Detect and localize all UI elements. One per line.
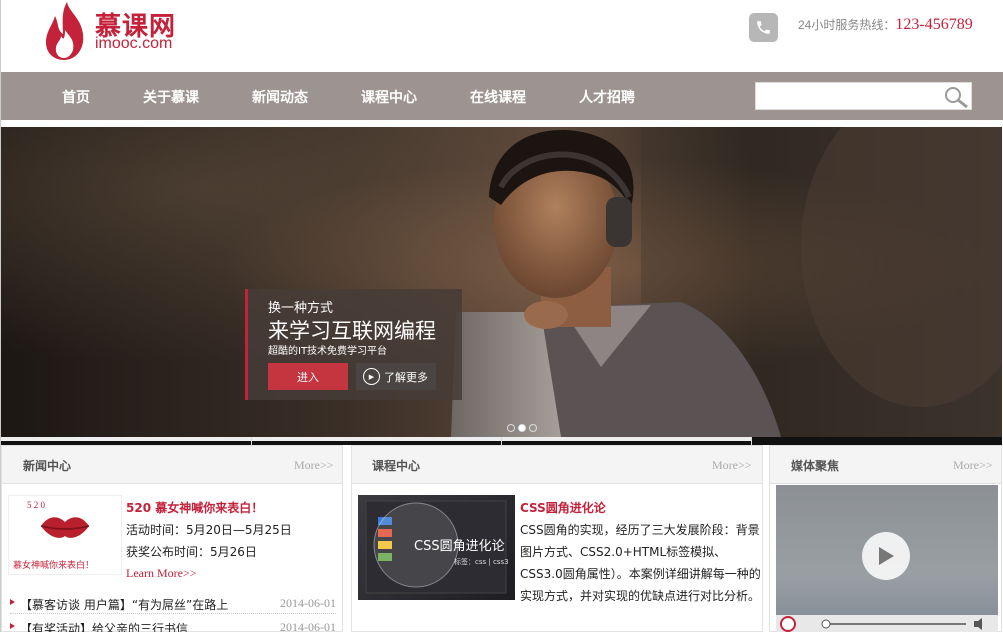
course-featured-image[interactable]: CSS圆角进化论 标签：css | css3 [358,495,515,600]
news-featured-image[interactable]: 5 2 0 慕女神喊你来表白！ [8,495,122,575]
courses-panel-title: 课程中心 [372,459,421,473]
slide-progress-bar [1,437,1002,445]
banner-subline: 超酷的IT技术免费学习平台 [268,346,388,357]
nav-item-online[interactable]: 在线课程 [470,87,526,107]
bullet-icon [10,623,15,629]
banner-line1: 换一种方式 [268,301,334,316]
learn-more-button[interactable]: ▶ 了解更多 [356,363,436,390]
banner-photo [451,127,1002,437]
banner-headline: 来学习互联网编程 [268,319,436,343]
play-icon[interactable] [862,532,910,580]
hotline-label: 24小时服务热线： [798,18,896,32]
page: 慕课网 imooc.com 24小时服务热线：123-456789 首页 关于慕… [0,0,1003,632]
main-nav: 首页 关于慕课 新闻动态 课程中心 在线课程 人才招聘 [1,72,1003,120]
nav-item-home[interactable]: 首页 [62,87,90,107]
media-more-link[interactable]: More>> [953,458,993,473]
course-image-tags: 标签：css | css3 [454,558,509,566]
slide-dot-active[interactable] [518,424,526,432]
slide-dot[interactable] [529,424,537,432]
slide-progress-fill [1,437,751,441]
news-featured-title[interactable]: 520 慕女神喊你来表白！ [126,499,263,516]
news-item-date: 2014-06-01 [280,596,336,610]
progress-tick [751,437,752,445]
news-panel-header: 新闻中心 More>> [2,446,342,484]
news-item-text: 【慕客访谈 用户篇】“有为屌丝”在路上 [20,598,229,612]
logo-text-en: imooc.com [95,35,173,52]
nav-item-courses[interactable]: 课程中心 [361,87,417,107]
enter-button[interactable]: 进入 [268,363,348,390]
nav-divider [1,120,1003,127]
news-panel: 新闻中心 More>> 5 2 0 慕女神喊你来表白！ 520 慕女神喊你来表白… [1,445,343,632]
course-featured-title[interactable]: CSS圆角进化论 [520,499,606,516]
news-image-bottom-text: 慕女神喊你来表白！ [13,561,95,571]
news-learn-more-link[interactable]: Learn More>> [126,566,197,581]
flame-logo-icon [45,2,84,60]
courses-panel-header: 课程中心 More>> [352,446,762,484]
course-featured-desc: CSS圆角的实现，经历了三大发展阶段：背景图片方式、CSS2.0+HTML标签模… [520,523,761,603]
logo[interactable]: 慕课网 imooc.com [43,0,193,62]
hotline-number: 123-456789 [895,16,973,33]
hero-banner: 换一种方式 来学习互联网编程 超酷的IT技术免费学习平台 进入 ▶ 了解更多 [1,127,1002,437]
news-image-top-text: 5 2 0 [27,500,45,510]
slide-dots [507,424,537,432]
news-featured-line: 活动时间：5月20日—5月25日 [126,523,292,537]
courses-more-link[interactable]: More>> [712,458,752,473]
nav-item-news[interactable]: 新闻动态 [252,87,308,107]
media-video-player[interactable] [776,485,998,632]
bullet-icon [10,599,15,605]
play-icon: ▶ [363,368,380,385]
media-panel: 媒体聚焦 More>> [769,445,1002,632]
news-item-date: 2014-06-01 [280,620,336,632]
media-panel-header: 媒体聚焦 More>> [770,446,1001,484]
banner-card: 换一种方式 来学习互联网编程 超酷的IT技术免费学习平台 进入 ▶ 了解更多 [245,289,462,400]
hotline: 24小时服务热线：123-456789 [798,16,973,34]
search-input[interactable] [755,82,972,110]
news-item-text: 【有奖活动】给父亲的三行书信 [20,622,189,632]
media-panel-title: 媒体聚焦 [791,459,840,473]
news-list-item[interactable]: 【有奖活动】给父亲的三行书信 2014-06-01 [10,618,336,632]
progress-tick [501,437,502,445]
video-control-bar[interactable] [776,615,998,632]
nav-item-about[interactable]: 关于慕课 [143,87,199,107]
phone-icon [749,13,778,42]
lips-icon [40,517,90,538]
search-icon[interactable] [943,85,969,109]
course-image-caption: CSS圆角进化论 [414,539,505,554]
progress-tick [251,437,252,445]
news-more-link[interactable]: More>> [294,458,334,473]
slide-dot[interactable] [507,424,515,432]
news-list-item[interactable]: 【慕客访谈 用户篇】“有为屌丝”在路上 2014-06-01 [10,594,336,614]
news-featured-line: 获奖公布时间：5月26日 [126,545,257,559]
nav-item-jobs[interactable]: 人才招聘 [579,87,635,107]
learn-more-label: 了解更多 [384,370,428,384]
news-panel-title: 新闻中心 [23,459,72,473]
header: 慕课网 imooc.com 24小时服务热线：123-456789 [1,0,1003,72]
courses-panel: 课程中心 More>> CSS圆角进化论 标签：css | css3 CSS圆角… [351,445,763,632]
